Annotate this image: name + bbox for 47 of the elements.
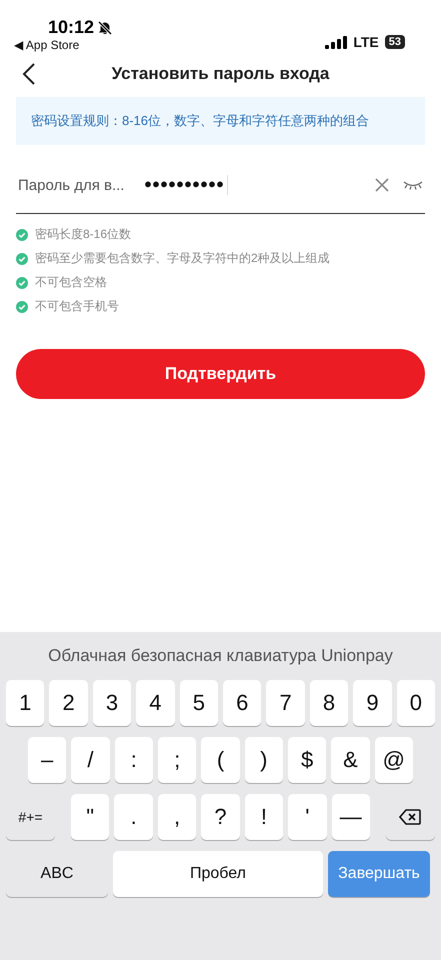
key[interactable]: : [114,737,153,783]
closed-eye-icon[interactable] [403,180,423,190]
space-key[interactable]: Пробел [113,851,323,897]
network-label: LTE [353,34,379,50]
key[interactable]: 3 [92,680,132,726]
rule-text: 不可包含手机号 [35,298,119,315]
key[interactable]: & [331,737,370,783]
key[interactable]: , [158,794,196,840]
back-to-app-link[interactable]: ◀ App Store [14,38,114,52]
key[interactable]: 1 [6,680,44,726]
key[interactable]: ? [201,794,240,840]
clock-time: 10:12 [48,17,94,38]
key[interactable]: 9 [353,680,392,726]
rules-banner: 密码设置规则：8-16位，数字、字母和字符任意两种的组合 [16,97,425,145]
clear-icon[interactable] [375,178,389,192]
key[interactable]: ' [288,794,327,840]
key[interactable]: 5 [180,680,218,726]
key[interactable]: 4 [136,680,175,726]
key[interactable]: / [71,737,110,783]
key[interactable]: – [28,737,66,783]
battery-indicator: 53 [384,35,405,49]
rule-text: 密码长度8-16位数 [35,226,132,243]
key[interactable]: @ [374,737,413,783]
key[interactable]: $ [288,737,326,783]
key[interactable]: 8 [310,680,348,726]
backspace-icon [399,809,422,825]
back-icon[interactable] [22,62,36,86]
key[interactable]: 6 [223,680,262,726]
key[interactable]: 2 [49,680,88,726]
password-value: •••••••••• [144,174,225,196]
key[interactable]: ! [244,794,284,840]
key[interactable]: " [71,794,110,840]
password-field[interactable]: Пароль для в... •••••••••• [16,157,425,214]
key[interactable]: — [332,794,370,840]
key[interactable]: ; [158,737,196,783]
key[interactable]: ( [201,737,240,783]
confirm-button[interactable]: Подтвердить [16,349,425,399]
key[interactable]: ) [244,737,283,783]
page-title: Установить пароль входа [112,64,330,84]
signal-icon [325,36,348,48]
keyboard-title: Облачная безопасная клавиатура Unionpay [48,646,393,666]
key[interactable]: 7 [266,680,305,726]
rule-text: 不可包含空格 [35,274,107,291]
field-label: Пароль для в... [18,176,124,194]
key[interactable]: 0 [396,680,436,726]
rule-text: 密码至少需要包含数字、字母及字符中的2种及以上组成 [35,250,330,267]
key[interactable]: . [114,794,153,840]
